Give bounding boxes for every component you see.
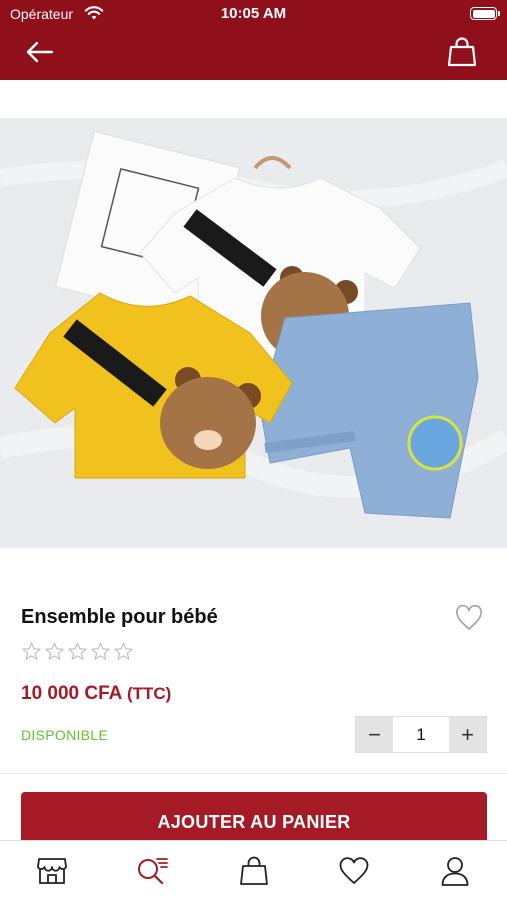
rating-stars <box>21 641 134 662</box>
tab-bar <box>0 840 507 900</box>
decrement-button[interactable]: − <box>356 717 393 752</box>
store-icon <box>37 858 67 884</box>
top-bar: Opérateur 10:05 AM <box>0 0 507 80</box>
tab-account[interactable] <box>437 853 473 889</box>
price-amount: 10 000 CFA <box>21 683 122 704</box>
heart-icon <box>456 604 482 630</box>
shopping-bag-icon <box>240 856 268 885</box>
price-tax-label: (TTC) <box>126 684 172 703</box>
cart-button[interactable] <box>447 36 477 68</box>
star-icon[interactable] <box>113 641 134 662</box>
tab-search[interactable] <box>134 853 170 889</box>
search-list-icon <box>138 858 168 885</box>
status-bar: Opérateur 10:05 AM <box>0 0 507 30</box>
availability-status: DISPONIBLE <box>21 727 109 743</box>
favorite-button[interactable] <box>455 604 483 631</box>
back-button[interactable] <box>24 38 56 66</box>
tab-favorites[interactable] <box>336 853 372 889</box>
product-title: Ensemble pour bébé <box>21 606 218 628</box>
star-icon[interactable] <box>44 641 65 662</box>
shopping-bag-icon <box>447 37 477 67</box>
product-illustration <box>0 118 507 548</box>
tab-cart[interactable] <box>236 853 272 889</box>
star-icon[interactable] <box>67 641 88 662</box>
heart-icon <box>339 857 369 884</box>
arrow-left-icon <box>26 41 54 63</box>
quantity-stepper: − 1 + <box>355 716 487 753</box>
divider <box>0 773 507 774</box>
star-icon[interactable] <box>90 641 111 662</box>
quantity-value[interactable]: 1 <box>393 717 449 752</box>
tab-store[interactable] <box>34 853 70 889</box>
user-icon <box>441 857 469 886</box>
clock: 10:05 AM <box>220 5 287 22</box>
product-price: 10 000 CFA (TTC) <box>21 683 171 705</box>
star-icon[interactable] <box>21 641 42 662</box>
product-photo[interactable] <box>0 118 507 548</box>
battery-icon <box>470 7 500 20</box>
increment-button[interactable]: + <box>449 717 486 752</box>
